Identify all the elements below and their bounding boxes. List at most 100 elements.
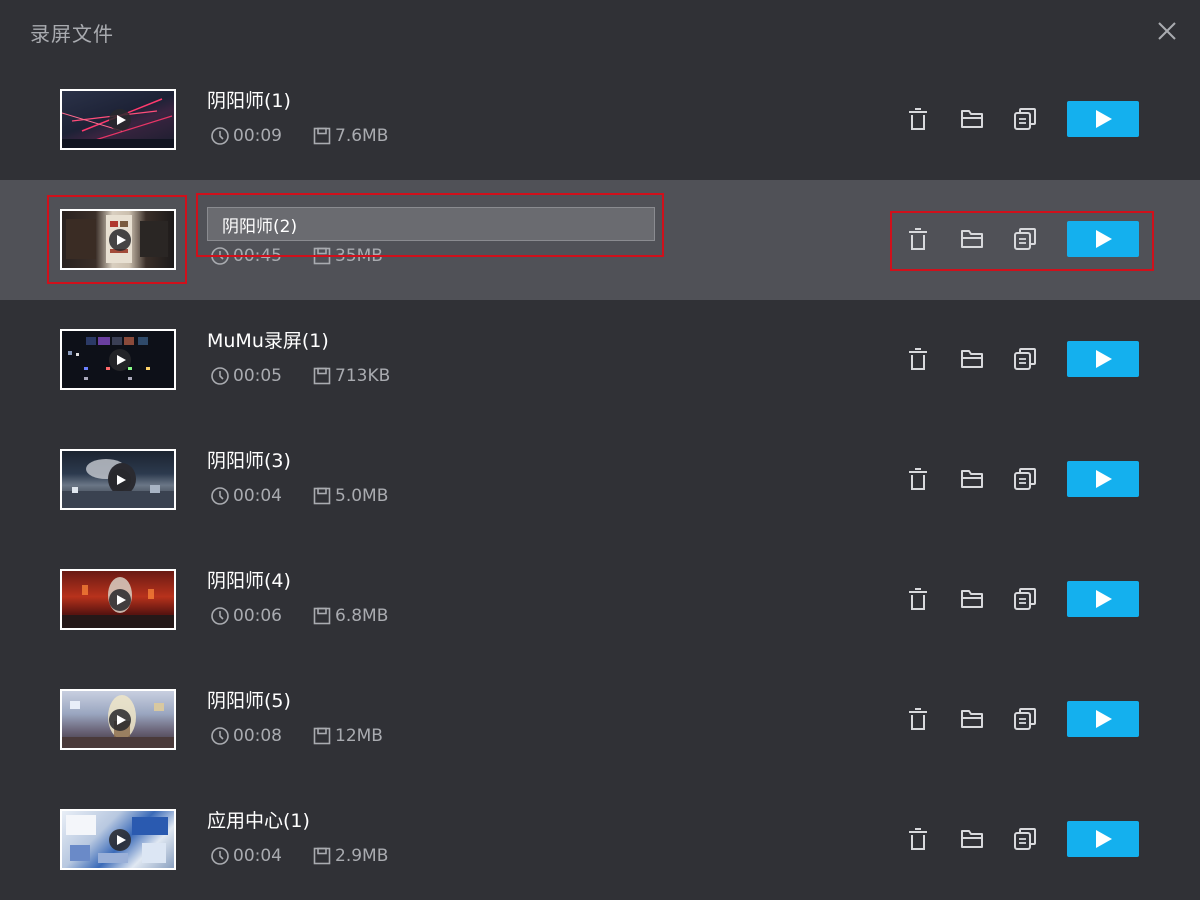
copy-icon (1014, 108, 1036, 130)
open-folder-button[interactable] (960, 587, 984, 611)
open-folder-button[interactable] (960, 707, 984, 731)
copy-button[interactable] (1013, 107, 1037, 131)
disk-icon (313, 727, 331, 745)
trash-icon (909, 828, 927, 850)
copy-button[interactable] (1013, 467, 1037, 491)
play-button[interactable] (1067, 101, 1139, 137)
folder-icon (961, 230, 983, 248)
open-folder-button[interactable] (960, 347, 984, 371)
play-icon (1096, 590, 1112, 608)
copy-button[interactable] (1013, 707, 1037, 731)
disk-icon (313, 247, 331, 265)
trash-icon (909, 108, 927, 130)
clock-icon (211, 127, 229, 145)
recording-row[interactable]: 阴阳师(3) 00:04 5.0MB (0, 420, 1200, 540)
play-button[interactable] (1067, 701, 1139, 737)
play-icon (1096, 350, 1112, 368)
row-actions (906, 701, 1139, 737)
recording-row[interactable]: 阴阳师(4) 00:06 6.8MB (0, 540, 1200, 660)
delete-button[interactable] (906, 707, 930, 731)
copy-button[interactable] (1013, 587, 1037, 611)
video-thumbnail[interactable] (60, 689, 176, 750)
trash-icon (909, 468, 927, 490)
thumbnail-play-icon (109, 469, 131, 491)
play-icon (1096, 230, 1112, 248)
duration: 00:45 (233, 246, 282, 266)
recording-row[interactable]: MuMu录屏(1) 00:05 713KB (0, 300, 1200, 420)
file-size: 5.0MB (335, 486, 389, 506)
delete-button[interactable] (906, 587, 930, 611)
disk-icon (313, 367, 331, 385)
delete-button[interactable] (906, 467, 930, 491)
close-button[interactable] (1156, 20, 1178, 42)
copy-icon (1014, 828, 1036, 850)
disk-icon (313, 127, 331, 145)
duration: 00:08 (233, 726, 282, 746)
video-thumbnail[interactable] (60, 209, 176, 270)
recording-meta: 00:05 713KB (210, 366, 390, 386)
video-thumbnail[interactable] (60, 449, 176, 510)
play-button[interactable] (1067, 821, 1139, 857)
play-button[interactable] (1067, 221, 1139, 257)
copy-icon (1014, 468, 1036, 490)
trash-icon (909, 588, 927, 610)
duration: 00:04 (233, 846, 282, 866)
recording-row-selected[interactable]: 00:45 35MB (0, 180, 1200, 300)
clock-icon (211, 727, 229, 745)
window-title: 录屏文件 (30, 22, 114, 46)
folder-icon (961, 830, 983, 848)
file-size: 713KB (335, 366, 391, 386)
file-size: 6.8MB (335, 606, 389, 626)
trash-icon (909, 228, 927, 250)
file-size: 2.9MB (335, 846, 389, 866)
delete-button[interactable] (906, 827, 930, 851)
delete-button[interactable] (906, 347, 930, 371)
recording-name: 阴阳师(4) (207, 570, 291, 592)
play-icon (1096, 110, 1112, 128)
play-icon (1096, 710, 1112, 728)
delete-button[interactable] (906, 227, 930, 251)
open-folder-button[interactable] (960, 827, 984, 851)
duration: 00:04 (233, 486, 282, 506)
copy-button[interactable] (1013, 347, 1037, 371)
copy-icon (1014, 708, 1036, 730)
thumbnail-play-icon (109, 109, 131, 131)
trash-icon (909, 348, 927, 370)
open-folder-button[interactable] (960, 467, 984, 491)
row-actions (906, 101, 1139, 137)
copy-button[interactable] (1013, 227, 1037, 251)
copy-icon (1014, 228, 1036, 250)
play-button[interactable] (1067, 581, 1139, 617)
rename-input[interactable] (207, 207, 655, 241)
delete-button[interactable] (906, 107, 930, 131)
thumbnail-play-icon (109, 229, 131, 251)
folder-icon (961, 710, 983, 728)
thumbnail-play-icon (109, 709, 131, 731)
thumbnail-play-icon (109, 349, 131, 371)
duration: 00:05 (233, 366, 282, 386)
video-thumbnail[interactable] (60, 329, 176, 390)
open-folder-button[interactable] (960, 227, 984, 251)
recording-files-window: 录屏文件 阴阳师(1) 00:09 7.6MB 00:45 35MB 阴阳师(2… (0, 0, 1200, 900)
recording-name: 阴阳师(5) (207, 690, 291, 712)
video-thumbnail[interactable] (60, 569, 176, 630)
recording-name: 阴阳师(3) (207, 450, 291, 472)
video-thumbnail[interactable] (60, 89, 176, 150)
copy-button[interactable] (1013, 827, 1037, 851)
disk-icon (313, 607, 331, 625)
copy-icon (1014, 348, 1036, 370)
open-folder-button[interactable] (960, 107, 984, 131)
recording-row[interactable]: 阴阳师(5) 00:08 12MB (0, 660, 1200, 780)
recording-name: 应用中心(1) (207, 810, 310, 832)
video-thumbnail[interactable] (60, 809, 176, 870)
recording-meta: 00:09 7.6MB (210, 126, 388, 146)
disk-icon (313, 847, 331, 865)
recording-name: 阴阳师(1) (207, 90, 291, 112)
play-button[interactable] (1067, 341, 1139, 377)
clock-icon (211, 487, 229, 505)
title-bar: 录屏文件 (0, 0, 1200, 60)
play-button[interactable] (1067, 461, 1139, 497)
recording-row[interactable]: 应用中心(1) 00:04 2.9MB (0, 780, 1200, 900)
duration: 00:09 (233, 126, 282, 146)
recording-row[interactable]: 阴阳师(1) 00:09 7.6MB (0, 60, 1200, 180)
